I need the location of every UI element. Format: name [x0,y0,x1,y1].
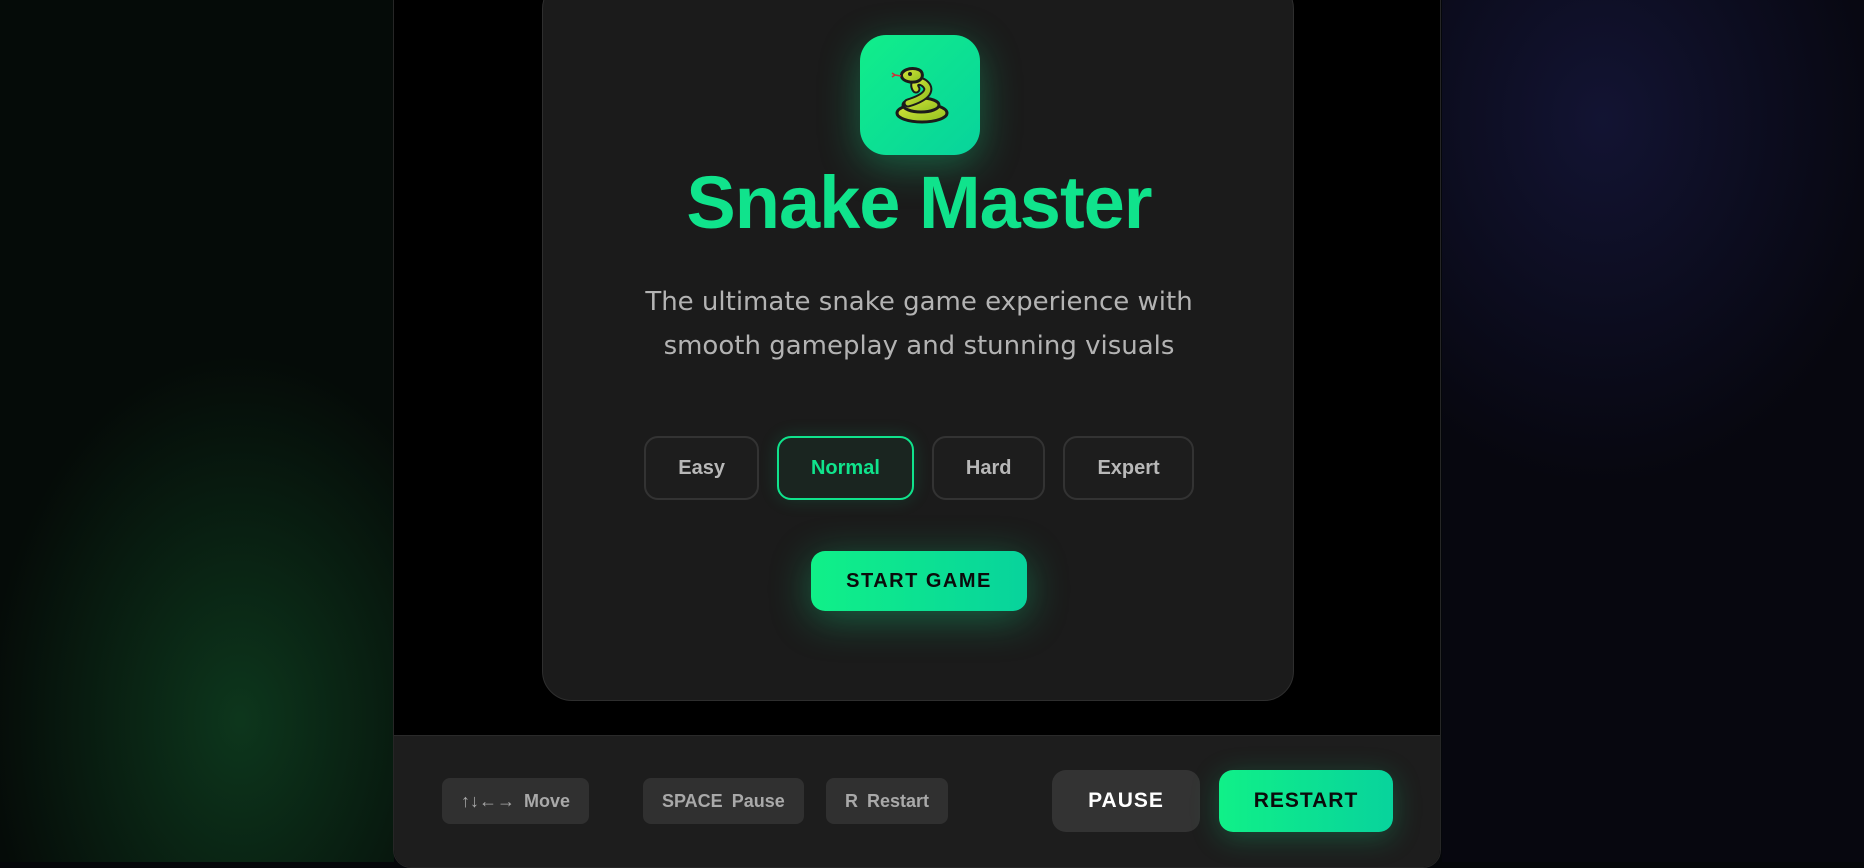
background-right-glow [1442,0,1864,862]
game-subtitle: The ultimate snake game experience with … [645,287,1193,361]
r-key-label: R [845,790,858,811]
pause-hint-label: Pause [731,790,785,811]
restart-hint: R Restart [826,778,949,824]
game-logo [860,35,980,155]
start-game-button[interactable]: START GAME [811,551,1027,611]
restart-button[interactable]: RESTART [1219,770,1393,832]
difficulty-normal-button[interactable]: Normal [776,436,914,500]
difficulty-expert-button[interactable]: Expert [1063,436,1194,500]
pause-hint: SPACE Pause [643,778,804,824]
move-hint: ↑↓←→ Move [442,778,590,824]
restart-hint-label: Restart [867,790,930,811]
background-left-glow [0,0,394,862]
move-hint-label: Move [524,790,571,811]
game-container: Snake Master The ultimate snake game exp… [393,0,1441,868]
pause-button[interactable]: PAUSE [1052,770,1200,832]
controls-bar: ↑↓←→ Move SPACE Pause R Restart PAUSE RE… [394,735,1440,867]
start-menu-card: Snake Master The ultimate snake game exp… [542,0,1294,701]
space-key-label: SPACE [662,790,723,811]
difficulty-selector: Easy Normal Hard Expert [543,436,1295,500]
game-title: Snake Master [686,161,1152,244]
difficulty-easy-button[interactable]: Easy [644,436,759,500]
arrow-keys-label: ↑↓←→ [461,790,515,811]
snake-icon [891,67,949,124]
difficulty-hard-button[interactable]: Hard [931,436,1046,500]
